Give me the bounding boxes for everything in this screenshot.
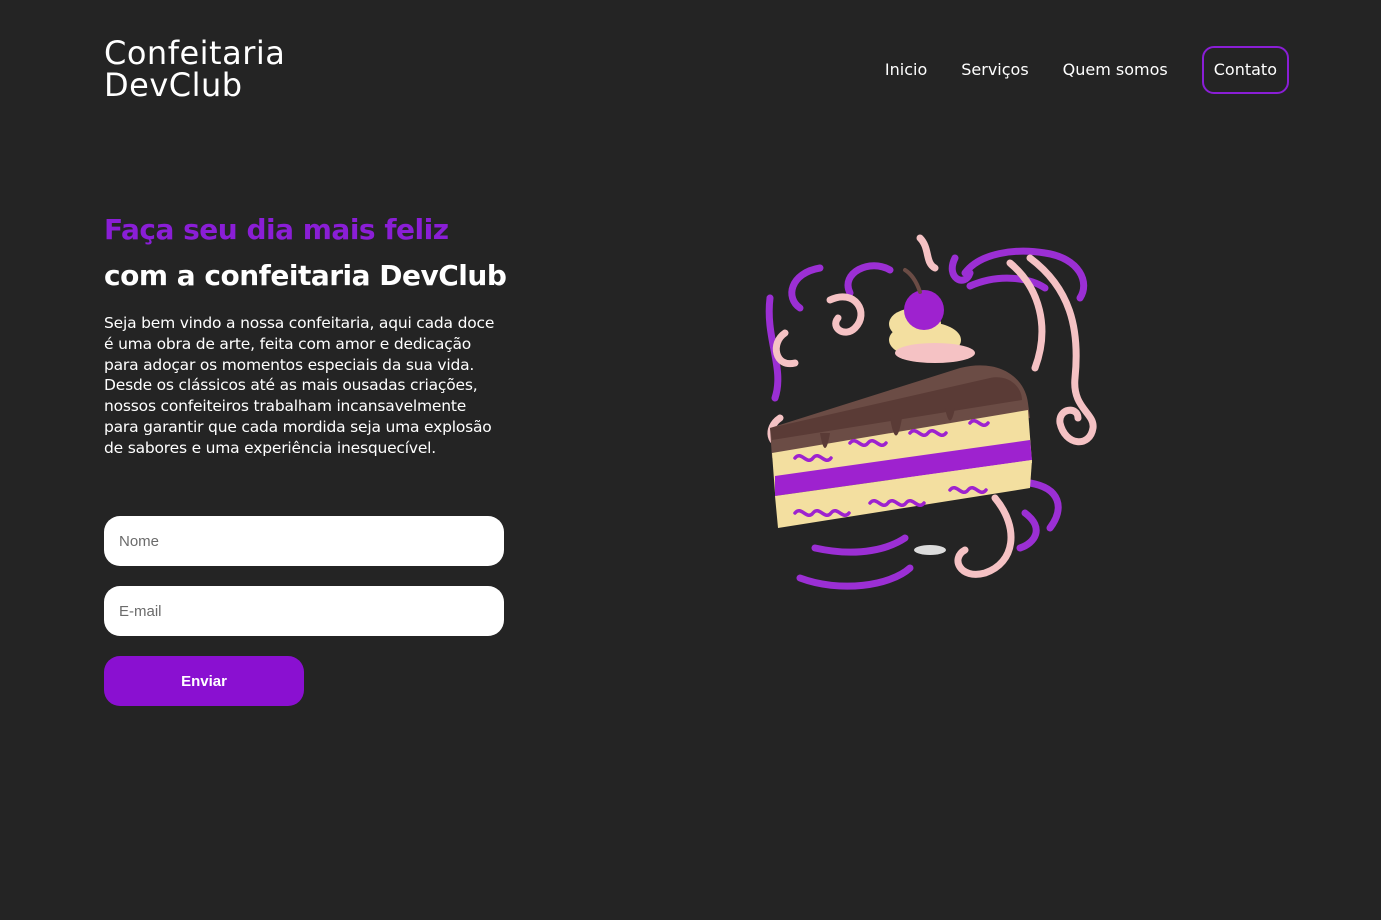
hero-title: com a confeitaria DevClub — [104, 259, 507, 292]
main-nav: Inicio Serviços Quem somos Contato — [885, 46, 1289, 94]
nav-link-home[interactable]: Inicio — [885, 46, 927, 94]
brand-logo-line1: Confeitaria — [104, 34, 286, 72]
hero-description: Seja bem vindo a nossa confeitaria, aqui… — [104, 314, 495, 457]
hero-title-highlight: Faça seu dia mais feliz — [104, 213, 449, 246]
nav-link-services[interactable]: Serviços — [961, 46, 1028, 94]
page: Confeitaria DevClub Inicio Serviços Quem… — [0, 0, 1381, 920]
nav-link-about[interactable]: Quem somos — [1063, 46, 1168, 94]
brand-logo-line2: DevClub — [104, 66, 243, 104]
nav-link-contact[interactable]: Contato — [1201, 46, 1289, 94]
brand-logo[interactable]: Confeitaria DevClub — [104, 37, 285, 101]
name-input[interactable] — [104, 516, 504, 566]
cake-slice-illustration — [765, 234, 1097, 590]
email-input[interactable] — [104, 586, 504, 636]
submit-button[interactable]: Enviar — [104, 656, 304, 706]
